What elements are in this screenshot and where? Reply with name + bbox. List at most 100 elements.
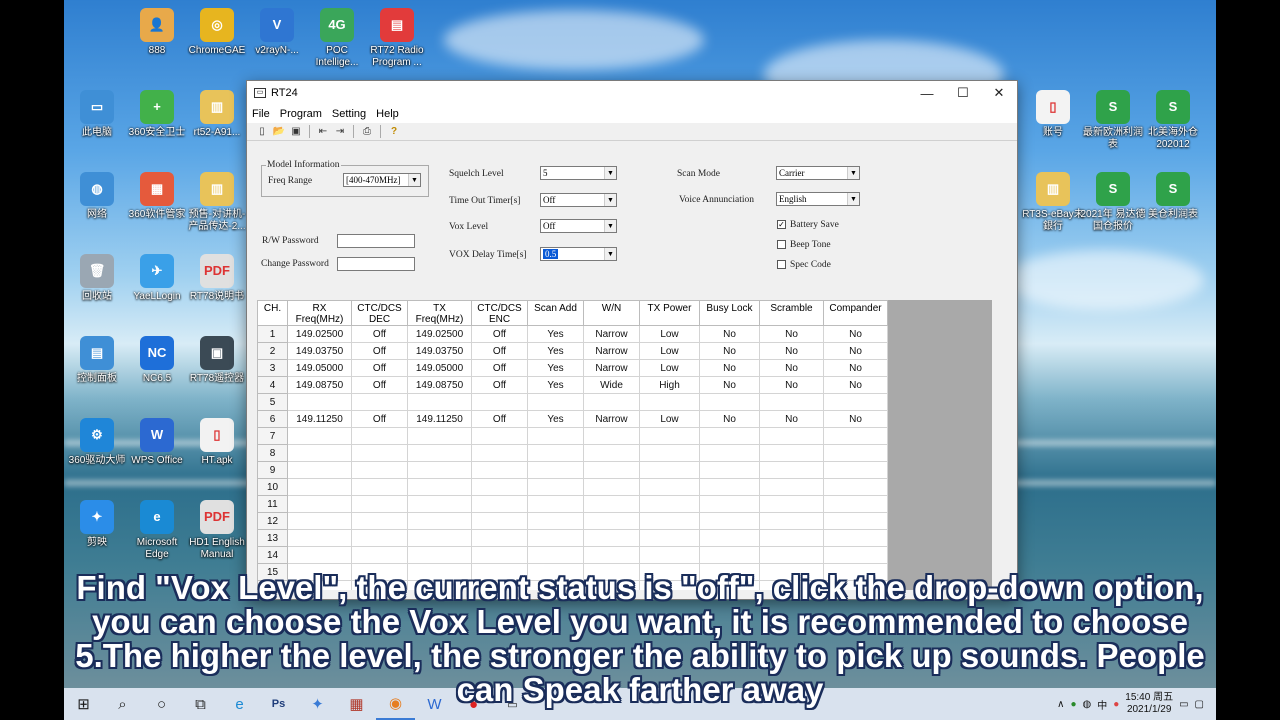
- desktop-icon[interactable]: S 北美海外仓202012: [1140, 90, 1206, 151]
- row-header[interactable]: 10: [257, 478, 288, 496]
- table-cell[interactable]: [527, 427, 584, 445]
- table-cell[interactable]: [583, 546, 640, 564]
- table-cell[interactable]: [583, 444, 640, 462]
- table-cell[interactable]: Off: [351, 376, 408, 394]
- table-cell[interactable]: [639, 546, 700, 564]
- table-cell[interactable]: 149.11250: [287, 410, 352, 428]
- beep-tone-checkbox[interactable]: [777, 240, 786, 249]
- table-cell[interactable]: [287, 478, 352, 496]
- table-cell[interactable]: [471, 478, 528, 496]
- table-cell[interactable]: [639, 495, 700, 513]
- table-cell[interactable]: [407, 546, 472, 564]
- vox-delay-select[interactable]: 0.5 ▼: [540, 247, 617, 261]
- table-cell[interactable]: 149.11250: [407, 410, 472, 428]
- desktop-icon[interactable]: 🗑 回收站: [64, 254, 130, 303]
- desktop-icon[interactable]: 4G POC Intellige...: [304, 8, 370, 69]
- table-cell[interactable]: No: [823, 359, 888, 377]
- table-cell[interactable]: Off: [471, 410, 528, 428]
- table-cell[interactable]: Yes: [527, 342, 584, 360]
- table-cell[interactable]: [351, 427, 408, 445]
- desktop-icon[interactable]: ▯ 账号: [1020, 90, 1086, 139]
- desktop-icon[interactable]: S 2021年 易达德国仓报价: [1080, 172, 1146, 233]
- table-cell[interactable]: Wide: [583, 376, 640, 394]
- table-cell[interactable]: [351, 546, 408, 564]
- table-cell[interactable]: [823, 512, 888, 530]
- minimize-button[interactable]: —: [909, 81, 945, 105]
- rw-password-field[interactable]: [337, 234, 415, 248]
- table-cell[interactable]: [583, 461, 640, 479]
- table-cell[interactable]: Off: [351, 325, 408, 343]
- table-cell[interactable]: [287, 461, 352, 479]
- table-cell[interactable]: [351, 444, 408, 462]
- table-cell[interactable]: [699, 427, 760, 445]
- desktop-icon[interactable]: 👤 888: [124, 8, 190, 57]
- table-cell[interactable]: Yes: [527, 359, 584, 377]
- table-cell[interactable]: [527, 461, 584, 479]
- table-cell[interactable]: [471, 512, 528, 530]
- table-cell[interactable]: Narrow: [583, 325, 640, 343]
- table-cell[interactable]: [823, 529, 888, 547]
- desktop-icon[interactable]: e Microsoft Edge: [124, 500, 190, 561]
- table-cell[interactable]: [759, 495, 824, 513]
- table-cell[interactable]: [639, 478, 700, 496]
- table-cell[interactable]: [583, 427, 640, 445]
- table-cell[interactable]: [759, 512, 824, 530]
- print-icon[interactable]: ⎙: [360, 125, 374, 138]
- table-cell[interactable]: [351, 495, 408, 513]
- desktop-icon[interactable]: +360安全卫士: [124, 90, 190, 139]
- table-cell[interactable]: Low: [639, 342, 700, 360]
- table-cell[interactable]: No: [759, 376, 824, 394]
- desktop-icon[interactable]: PDF RT78说明书: [184, 254, 250, 303]
- table-cell[interactable]: 149.05000: [407, 359, 472, 377]
- table-cell[interactable]: [639, 444, 700, 462]
- table-cell[interactable]: 149.02500: [407, 325, 472, 343]
- table-cell[interactable]: [407, 444, 472, 462]
- desktop-icon[interactable]: S 美仓利润表: [1140, 172, 1206, 221]
- table-cell[interactable]: [823, 546, 888, 564]
- table-cell[interactable]: [759, 427, 824, 445]
- table-cell[interactable]: [583, 529, 640, 547]
- table-cell[interactable]: [823, 444, 888, 462]
- table-cell[interactable]: [823, 427, 888, 445]
- table-cell[interactable]: No: [699, 376, 760, 394]
- table-cell[interactable]: [823, 393, 888, 411]
- row-header[interactable]: 11: [257, 495, 288, 513]
- table-cell[interactable]: [527, 444, 584, 462]
- change-password-field[interactable]: [337, 257, 415, 271]
- table-cell[interactable]: [407, 393, 472, 411]
- table-cell[interactable]: [351, 393, 408, 411]
- table-cell[interactable]: Narrow: [583, 342, 640, 360]
- menu-help[interactable]: Help: [376, 108, 399, 120]
- table-cell[interactable]: [407, 461, 472, 479]
- table-cell[interactable]: [639, 427, 700, 445]
- table-cell[interactable]: [287, 495, 352, 513]
- table-cell[interactable]: [527, 478, 584, 496]
- table-cell[interactable]: [699, 546, 760, 564]
- desktop-icon[interactable]: ▤ 控制面板: [64, 336, 130, 385]
- table-cell[interactable]: [287, 393, 352, 411]
- desktop-icon[interactable]: ◍ 网络: [64, 172, 130, 221]
- row-header[interactable]: 2: [257, 342, 288, 360]
- freq-range-select[interactable]: [400-470MHz] ▼: [343, 173, 421, 187]
- table-cell[interactable]: 149.03750: [407, 342, 472, 360]
- table-cell[interactable]: [527, 393, 584, 411]
- table-cell[interactable]: [287, 444, 352, 462]
- table-cell[interactable]: [583, 495, 640, 513]
- table-cell[interactable]: [699, 461, 760, 479]
- desktop-icon[interactable]: ▤ RT72 Radio Program ...: [364, 8, 430, 69]
- desktop-icon[interactable]: ▦ 360软件管家: [124, 172, 190, 221]
- table-cell[interactable]: [287, 512, 352, 530]
- row-header[interactable]: 3: [257, 359, 288, 377]
- read-from-radio-icon[interactable]: ⇤: [316, 125, 330, 138]
- table-cell[interactable]: [351, 478, 408, 496]
- table-cell[interactable]: Off: [471, 359, 528, 377]
- table-cell[interactable]: [527, 529, 584, 547]
- table-cell[interactable]: Low: [639, 410, 700, 428]
- table-cell[interactable]: Narrow: [583, 410, 640, 428]
- table-cell[interactable]: [823, 495, 888, 513]
- table-cell[interactable]: [759, 529, 824, 547]
- table-cell[interactable]: No: [699, 410, 760, 428]
- column-header[interactable]: CTC/DCS ENC: [471, 300, 528, 326]
- table-cell[interactable]: [471, 546, 528, 564]
- spec-code-checkbox[interactable]: [777, 260, 786, 269]
